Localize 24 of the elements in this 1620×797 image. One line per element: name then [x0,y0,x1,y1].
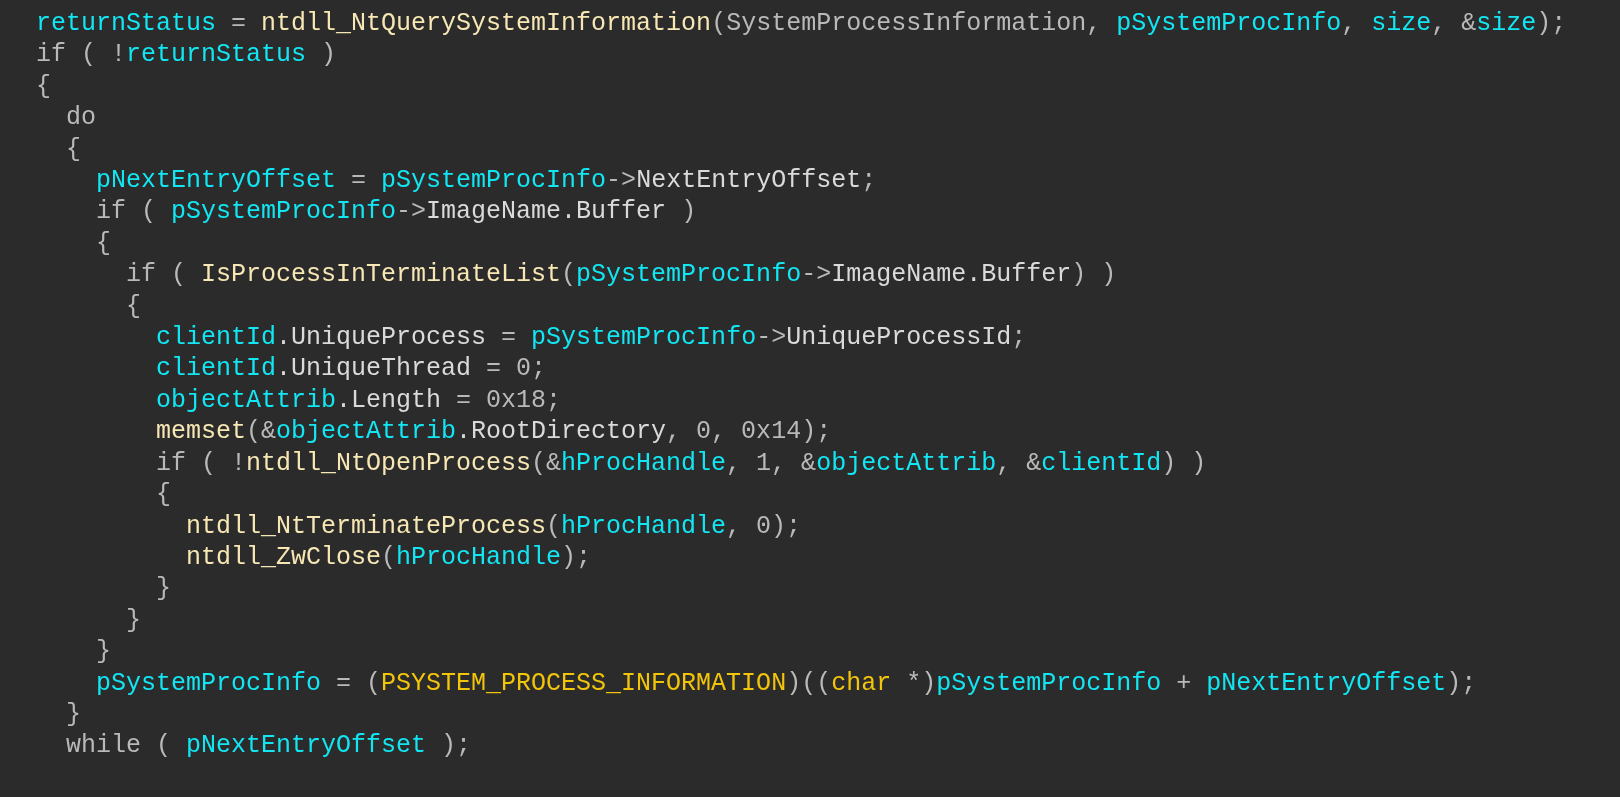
code-line: } [96,636,111,668]
code-line: ntdll_ZwClose(hProcHandle); [186,541,592,574]
code-line: while ( pNextEntryOffset ); [66,730,472,762]
code-line: } [156,573,171,605]
code-line: memset(&objectAttrib.RootDirectory, 0, 0x14); [156,416,832,448]
code-line: do [66,102,96,134]
code-line: if ( !ntdll_NtOpenProcess(&hProcHandle, 1, &objectAttrib, &clientId) ) [156,447,1207,480]
code-line: if ( IsProcessInTerminateList(pSystemProcInfo->ImageName.Buffer) ) [126,259,1117,291]
code-line: { [156,479,171,511]
code-line: { [126,290,141,323]
code-line: } [66,698,81,731]
code-line: } [126,604,141,637]
code-line: if ( !returnStatus ) [36,39,337,71]
code-line: objectAttrib.Length = 0x18; [156,384,562,417]
code-line: { [96,227,111,260]
code-line: pSystemProcInfo = (PSYSTEM_PROCESS_INFORMATION)((char *)pSystemProcInfo + pNextEntryOffset); [96,667,1477,699]
code-line: { [66,133,81,166]
code-line: pNextEntryOffset = pSystemProcInfo->NextEntryOffset; [96,165,877,197]
code-line: returnStatus = ntdll_NtQuerySystemInformation(SystemProcessInformation, pSystemProcInfo, size, &size); [36,8,1567,40]
code-line: if ( pSystemProcInfo->ImageName.Buffer ) [96,196,697,228]
code-line: ntdll_NtTerminateProcess(hProcHandle, 0); [186,510,802,542]
code-line: { [36,70,51,103]
code-line: clientId.UniqueProcess = pSystemProcInfo->UniqueProcessId; [156,322,1027,354]
code-line: clientId.UniqueThread = 0; [156,353,547,385]
